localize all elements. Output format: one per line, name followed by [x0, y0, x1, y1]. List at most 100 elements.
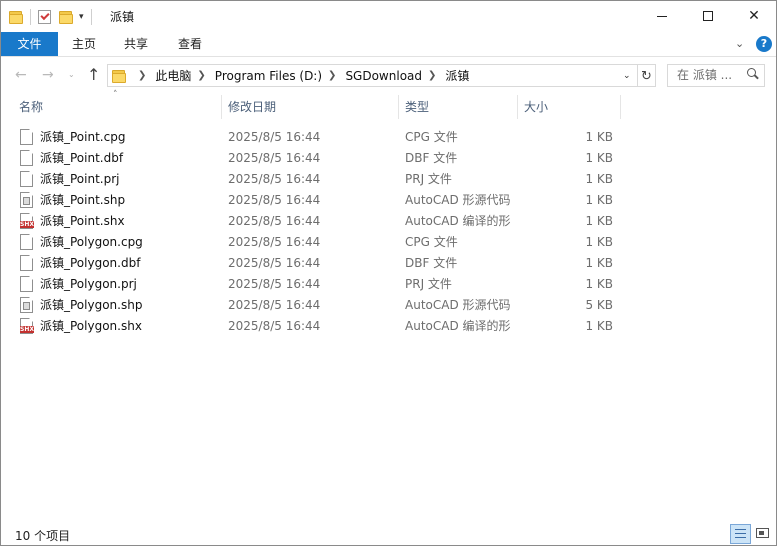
tab-view[interactable]: 查看	[167, 32, 213, 56]
customize-toolbar-dropdown-icon[interactable]: ▾	[79, 12, 84, 22]
shx-file-icon: SHX	[20, 318, 34, 334]
file-date: 2025/8/5 16:44	[228, 130, 321, 144]
file-type: CPG 文件	[405, 235, 458, 249]
file-type: AutoCAD 编译的形	[405, 319, 511, 333]
file-type: AutoCAD 形源代码	[405, 193, 511, 207]
back-button[interactable]: ←	[15, 67, 27, 83]
forward-button[interactable]: →	[42, 67, 54, 83]
file-date: 2025/8/5 16:44	[228, 298, 321, 312]
minimize-icon	[657, 15, 667, 17]
file-row[interactable]: SHX 派镇_Polygon.shx 2025/8/5 16:44 AutoCA…	[1, 316, 776, 337]
file-type: AutoCAD 形源代码	[405, 298, 511, 312]
file-name: 派镇_Polygon.dbf	[40, 256, 141, 270]
file-name: 派镇_Polygon.shx	[40, 319, 142, 333]
tab-share[interactable]: 共享	[113, 32, 159, 56]
file-size: 1 KB	[585, 214, 613, 228]
recent-locations-chevron-icon[interactable]: ⌄	[68, 70, 75, 79]
file-name: 派镇_Polygon.shp	[40, 298, 143, 312]
chevron-right-icon[interactable]: ❯	[328, 70, 336, 81]
breadcrumb-sgdownload[interactable]: SGDownload	[345, 69, 422, 83]
file-row[interactable]: 派镇_Point.dbf 2025/8/5 16:44 DBF 文件 1 KB	[1, 148, 776, 169]
document-icon	[20, 255, 33, 271]
tab-file[interactable]: 文件	[1, 32, 58, 56]
file-row[interactable]: 派镇_Point.cpg 2025/8/5 16:44 CPG 文件 1 KB	[1, 127, 776, 148]
file-name: 派镇_Point.shx	[40, 214, 125, 228]
navigation-bar: ← → ⌄ ↑ ❯ 此电脑 ❯ Program Files (D:) ❯ SGD…	[1, 58, 776, 94]
tab-home[interactable]: 主页	[61, 32, 107, 56]
file-type: AutoCAD 编译的形	[405, 214, 511, 228]
address-bar[interactable]: ❯ 此电脑 ❯ Program Files (D:) ❯ SGDownload …	[107, 64, 638, 87]
window-title: 派镇	[110, 10, 135, 24]
file-size: 1 KB	[585, 193, 613, 207]
folder-icon	[9, 10, 23, 24]
new-folder-icon[interactable]	[59, 10, 73, 24]
document-icon	[20, 150, 33, 166]
document-icon	[20, 276, 33, 292]
breadcrumb-current-folder[interactable]: 派镇	[445, 67, 469, 84]
file-size: 1 KB	[585, 235, 613, 249]
maximize-button[interactable]	[685, 1, 731, 31]
file-name: 派镇_Point.dbf	[40, 151, 124, 165]
file-size: 1 KB	[585, 130, 613, 144]
shx-file-icon: SHX	[20, 213, 34, 229]
file-name: 派镇_Polygon.cpg	[40, 235, 143, 249]
status-item-count: 10 个项目	[15, 529, 71, 543]
document-icon	[20, 171, 33, 187]
file-type: DBF 文件	[405, 151, 458, 165]
properties-icon[interactable]	[38, 10, 51, 24]
file-row[interactable]: 派镇_Polygon.dbf 2025/8/5 16:44 DBF 文件 1 K…	[1, 253, 776, 274]
help-icon[interactable]: ?	[756, 36, 772, 52]
file-size: 5 KB	[585, 298, 613, 312]
file-row[interactable]: 派镇_Point.prj 2025/8/5 16:44 PRJ 文件 1 KB	[1, 169, 776, 190]
file-name: 派镇_Polygon.prj	[40, 277, 137, 291]
file-size: 1 KB	[585, 256, 613, 270]
chevron-right-icon[interactable]: ❯	[138, 70, 146, 81]
file-name: 派镇_Point.prj	[40, 172, 120, 186]
file-type: PRJ 文件	[405, 172, 452, 186]
column-header-size[interactable]: 大小	[518, 95, 620, 119]
file-size: 1 KB	[585, 277, 613, 291]
file-date: 2025/8/5 16:44	[228, 214, 321, 228]
quick-access-toolbar: ▾	[9, 7, 99, 27]
file-row[interactable]: 派镇_Point.shp 2025/8/5 16:44 AutoCAD 形源代码…	[1, 190, 776, 211]
address-history-dropdown-icon[interactable]: ⌄	[623, 71, 631, 81]
explorer-window: ▾ 派镇 ✕ 文件 主页 共享 查看 ⌄ ? ← → ⌄ ↑ ❯ 此电脑 ❯ P…	[0, 0, 777, 546]
shape-file-icon	[20, 192, 33, 208]
close-icon: ✕	[748, 8, 760, 24]
up-button[interactable]: ↑	[87, 65, 100, 84]
details-view-button[interactable]	[730, 524, 751, 544]
chevron-right-icon[interactable]: ❯	[428, 70, 436, 81]
large-icons-view-button[interactable]	[755, 525, 771, 542]
minimize-button[interactable]	[639, 1, 685, 31]
refresh-button[interactable]: ↻	[638, 64, 656, 87]
file-name: 派镇_Point.shp	[40, 193, 126, 207]
file-name: 派镇_Point.cpg	[40, 130, 126, 144]
file-row[interactable]: 派镇_Polygon.cpg 2025/8/5 16:44 CPG 文件 1 K…	[1, 232, 776, 253]
file-size: 1 KB	[585, 151, 613, 165]
maximize-icon	[703, 11, 713, 21]
file-date: 2025/8/5 16:44	[228, 193, 321, 207]
file-type: CPG 文件	[405, 130, 458, 144]
file-date: 2025/8/5 16:44	[228, 277, 321, 291]
file-row[interactable]: 派镇_Polygon.shp 2025/8/5 16:44 AutoCAD 形源…	[1, 295, 776, 316]
expand-ribbon-icon[interactable]: ⌄	[735, 37, 744, 50]
column-header-type[interactable]: 类型	[399, 95, 517, 119]
shape-file-icon	[20, 297, 33, 313]
file-row[interactable]: 派镇_Polygon.prj 2025/8/5 16:44 PRJ 文件 1 K…	[1, 274, 776, 295]
file-type: PRJ 文件	[405, 277, 452, 291]
column-header-date-modified[interactable]: 修改日期	[222, 95, 398, 119]
title-bar: ▾ 派镇 ✕	[1, 1, 776, 32]
file-row[interactable]: SHX 派镇_Point.shx 2025/8/5 16:44 AutoCAD …	[1, 211, 776, 232]
file-date: 2025/8/5 16:44	[228, 172, 321, 186]
column-header-name[interactable]: 名称	[13, 95, 221, 119]
toolbar-separator	[90, 9, 92, 25]
file-size: 1 KB	[585, 172, 613, 186]
column-divider[interactable]	[620, 95, 621, 119]
large-icons-icon	[756, 528, 769, 538]
close-button[interactable]: ✕	[731, 1, 777, 31]
search-icon	[747, 68, 756, 77]
breadcrumb-this-pc[interactable]: 此电脑	[155, 67, 191, 84]
file-date: 2025/8/5 16:44	[228, 151, 321, 165]
chevron-right-icon[interactable]: ❯	[197, 70, 205, 81]
breadcrumb-drive-d[interactable]: Program Files (D:)	[215, 69, 322, 83]
